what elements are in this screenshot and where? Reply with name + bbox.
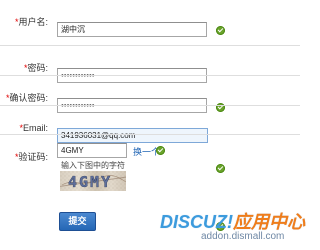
email-label: *Email:: [19, 123, 48, 134]
username-label: *用户名:: [15, 17, 48, 28]
discuz-watermark: DISCUZ!应用中心 addon.dismall.com: [150, 205, 305, 250]
check-circle-icon: [156, 146, 165, 155]
captcha-image[interactable]: 4GMY: [60, 171, 126, 191]
email-label-text: Email:: [22, 123, 48, 133]
discuz-logo-accent: 应用中心: [233, 212, 305, 232]
captcha-hint: 输入下图中的字符: [61, 161, 125, 170]
username-label-text: 用户名:: [18, 17, 48, 27]
confirm-password-label-text: 确认密码:: [9, 93, 48, 103]
captcha-image-graphic: 4GMY: [60, 171, 126, 191]
discuz-watermark-url: addon.dismall.com: [201, 231, 285, 242]
check-circle-icon: [216, 26, 225, 35]
form-row-username: *用户名: 湖中沉: [0, 0, 300, 37]
form-row-password: *密码: ••••••••••••: [0, 45, 300, 112]
captcha-label-text: 验证码:: [18, 152, 48, 162]
password-label-text: 密码:: [27, 63, 48, 73]
username-input[interactable]: 湖中沉: [57, 22, 207, 37]
captcha-image-text: 4GMY: [68, 173, 112, 191]
captcha-label: *验证码:: [15, 152, 48, 163]
captcha-input[interactable]: 4GMY: [57, 143, 127, 158]
discuz-logo-text: DISCUZ!: [160, 212, 233, 232]
password-label: *密码:: [24, 63, 48, 74]
form-row-confirm-password: *确认密码: ••••••••••••: [0, 75, 300, 173]
confirm-password-label: *确认密码:: [6, 93, 48, 104]
submit-button[interactable]: 提交: [59, 212, 96, 231]
